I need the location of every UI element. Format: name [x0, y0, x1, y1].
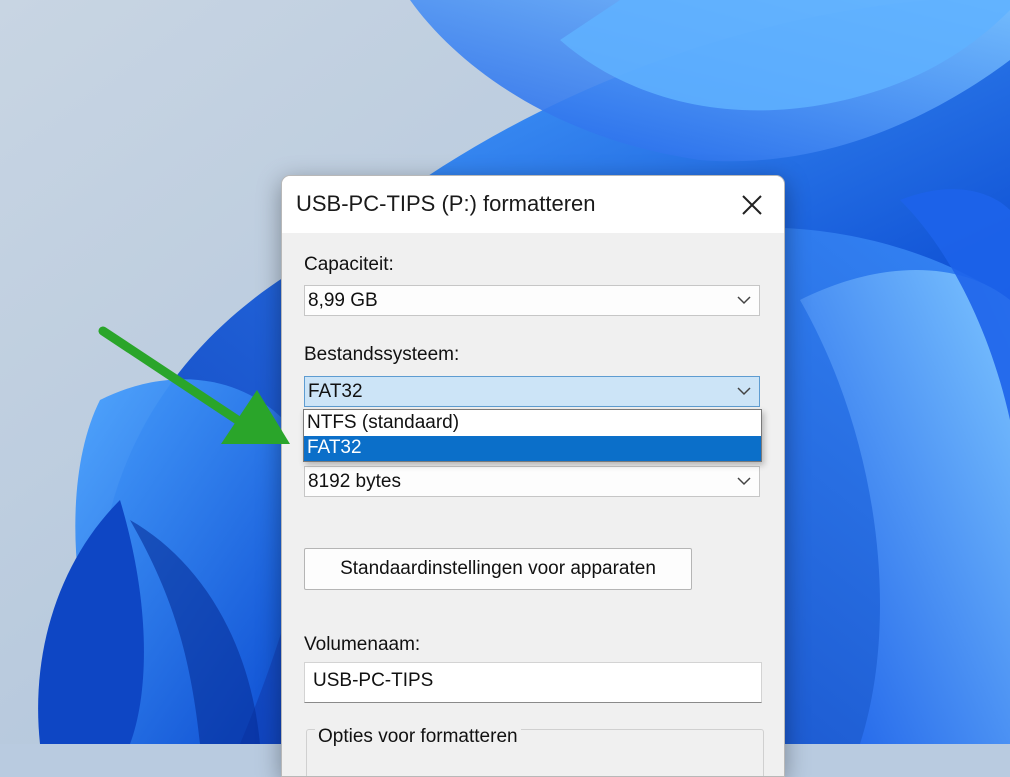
filesystem-option-ntfs[interactable]: NTFS (standaard) — [304, 411, 761, 436]
format-options-label: Opties voor formatteren — [315, 726, 521, 748]
format-options-group: Opties voor formatteren — [306, 726, 764, 776]
close-button[interactable] — [720, 176, 784, 233]
capacity-combobox[interactable]: 8,99 GB — [304, 285, 760, 316]
allocation-unit-value: 8192 bytes — [308, 471, 401, 492]
format-dialog: USB-PC-TIPS (P:) formatteren Capaciteit:… — [281, 175, 785, 777]
annotation-arrow-icon — [98, 326, 290, 444]
restore-defaults-button[interactable]: Standaardinstellingen voor apparaten — [304, 548, 692, 590]
chevron-down-icon — [737, 296, 751, 305]
filesystem-dropdown-list: NTFS (standaard) FAT32 — [303, 409, 762, 462]
filesystem-value: FAT32 — [308, 381, 363, 402]
capacity-label: Capaciteit: — [304, 254, 394, 275]
allocation-unit-combobox[interactable]: 8192 bytes — [304, 466, 760, 497]
filesystem-option-fat32[interactable]: FAT32 — [304, 436, 761, 461]
capacity-value: 8,99 GB — [308, 290, 378, 311]
chevron-down-icon — [737, 477, 751, 486]
dialog-title: USB-PC-TIPS (P:) formatteren — [296, 191, 596, 216]
filesystem-label: Bestandssysteem: — [304, 344, 460, 365]
volume-label-label: Volumenaam: — [304, 634, 421, 655]
chevron-down-icon — [737, 387, 751, 396]
close-icon — [742, 194, 762, 215]
filesystem-combobox[interactable]: FAT32 — [304, 376, 760, 407]
volume-label-input[interactable]: USB-PC-TIPS — [304, 662, 762, 703]
dialog-titlebar: USB-PC-TIPS (P:) formatteren — [282, 176, 784, 233]
